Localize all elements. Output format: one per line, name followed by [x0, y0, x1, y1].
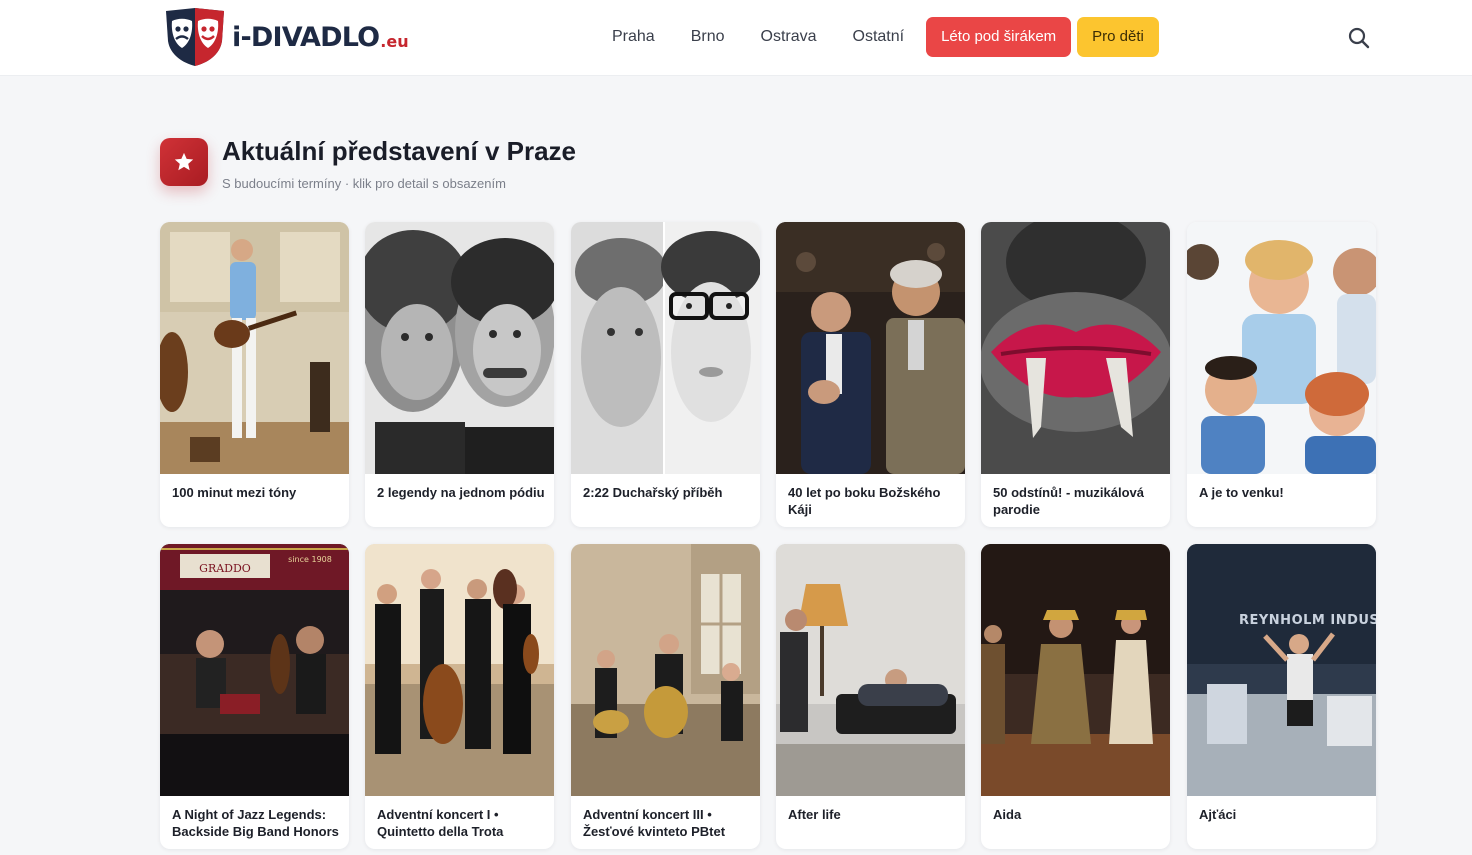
show-image	[571, 544, 760, 796]
show-image	[1187, 222, 1376, 474]
page-title: Aktuální představení v Praze	[222, 136, 577, 166]
show-title: A je to venku!	[1199, 485, 1284, 500]
show-card[interactable]: After life	[776, 544, 965, 849]
show-title: 50 odstínů! - muzikálová parodie	[993, 485, 1144, 517]
summer-outdoor-button[interactable]: Léto pod širákem	[926, 17, 1072, 57]
show-image	[365, 222, 554, 474]
show-card[interactable]: Aida	[981, 544, 1170, 849]
image-banner-year: since 1908	[288, 555, 332, 564]
show-image	[365, 544, 554, 796]
show-card[interactable]: A je to venku!	[1187, 222, 1376, 527]
show-card[interactable]: GRADDO since 1908 A Night of Jazz Legend…	[160, 544, 349, 849]
show-image	[571, 222, 760, 474]
show-image	[160, 222, 349, 474]
show-title: Adventní koncert I • Quintetto della Tro…	[377, 807, 504, 839]
show-card[interactable]: REYNHOLM INDUST Ajťáci	[1187, 544, 1376, 849]
show-title: A Night of Jazz Legends: Backside Big Ba…	[172, 807, 339, 839]
show-image	[981, 222, 1170, 474]
logo-tld: .eu	[380, 31, 409, 51]
show-image: GRADDO since 1908	[160, 544, 349, 796]
site-logo[interactable]: i-DIVADLO .eu	[162, 7, 409, 67]
nav-link-praha[interactable]: Praha	[594, 17, 673, 57]
kids-button[interactable]: Pro děti	[1077, 17, 1159, 57]
show-image	[776, 222, 965, 474]
theatre-masks-shield-icon	[166, 8, 224, 66]
show-card[interactable]: Adventní koncert III • Žesťové kvinteto …	[571, 544, 760, 849]
star-icon	[174, 152, 194, 171]
logo-wordmark: i-DIVADLO	[232, 21, 380, 53]
show-card[interactable]: 2:22 Duchařský příběh	[571, 222, 760, 527]
show-card[interactable]: 100 minut mezi tóny	[160, 222, 349, 527]
search-icon[interactable]	[1346, 25, 1372, 51]
show-title: 2 legendy na jednom pódiu	[377, 485, 545, 500]
show-title: Ajťáci	[1199, 807, 1237, 822]
show-title: 2:22 Duchařský příběh	[583, 485, 723, 500]
show-card[interactable]: 40 let po boku Božského Káji	[776, 222, 965, 527]
show-title: After life	[788, 807, 841, 822]
section-badge	[160, 138, 208, 186]
nav-link-brno[interactable]: Brno	[673, 17, 743, 57]
image-sign-text: REYNHOLM INDUST	[1239, 613, 1376, 628]
show-card[interactable]: Adventní koncert I • Quintetto della Tro…	[365, 544, 554, 849]
show-card[interactable]: 50 odstínů! - muzikálová parodie	[981, 222, 1170, 527]
show-title: Aida	[993, 807, 1022, 822]
show-card[interactable]: 2 legendy na jednom pódiu	[365, 222, 554, 527]
page-subtitle: S budoucími termíny · klik pro detail s …	[222, 176, 506, 191]
show-title: Adventní koncert III • Žesťové kvinteto …	[583, 807, 726, 839]
image-banner-text: GRADDO	[199, 562, 251, 575]
main-nav: Praha Brno Ostrava Ostatní Léto pod širá…	[594, 17, 1159, 57]
show-image	[776, 544, 965, 796]
show-title: 100 minut mezi tóny	[172, 485, 297, 500]
nav-link-ostrava[interactable]: Ostrava	[743, 17, 835, 57]
show-image	[981, 544, 1170, 796]
site-header: i-DIVADLO .eu Praha Brno Ostrava Ostatní…	[0, 0, 1472, 76]
show-image: REYNHOLM INDUST	[1187, 544, 1376, 796]
nav-link-ostatni[interactable]: Ostatní	[835, 17, 923, 57]
show-title: 40 let po boku Božského Káji	[788, 485, 941, 517]
